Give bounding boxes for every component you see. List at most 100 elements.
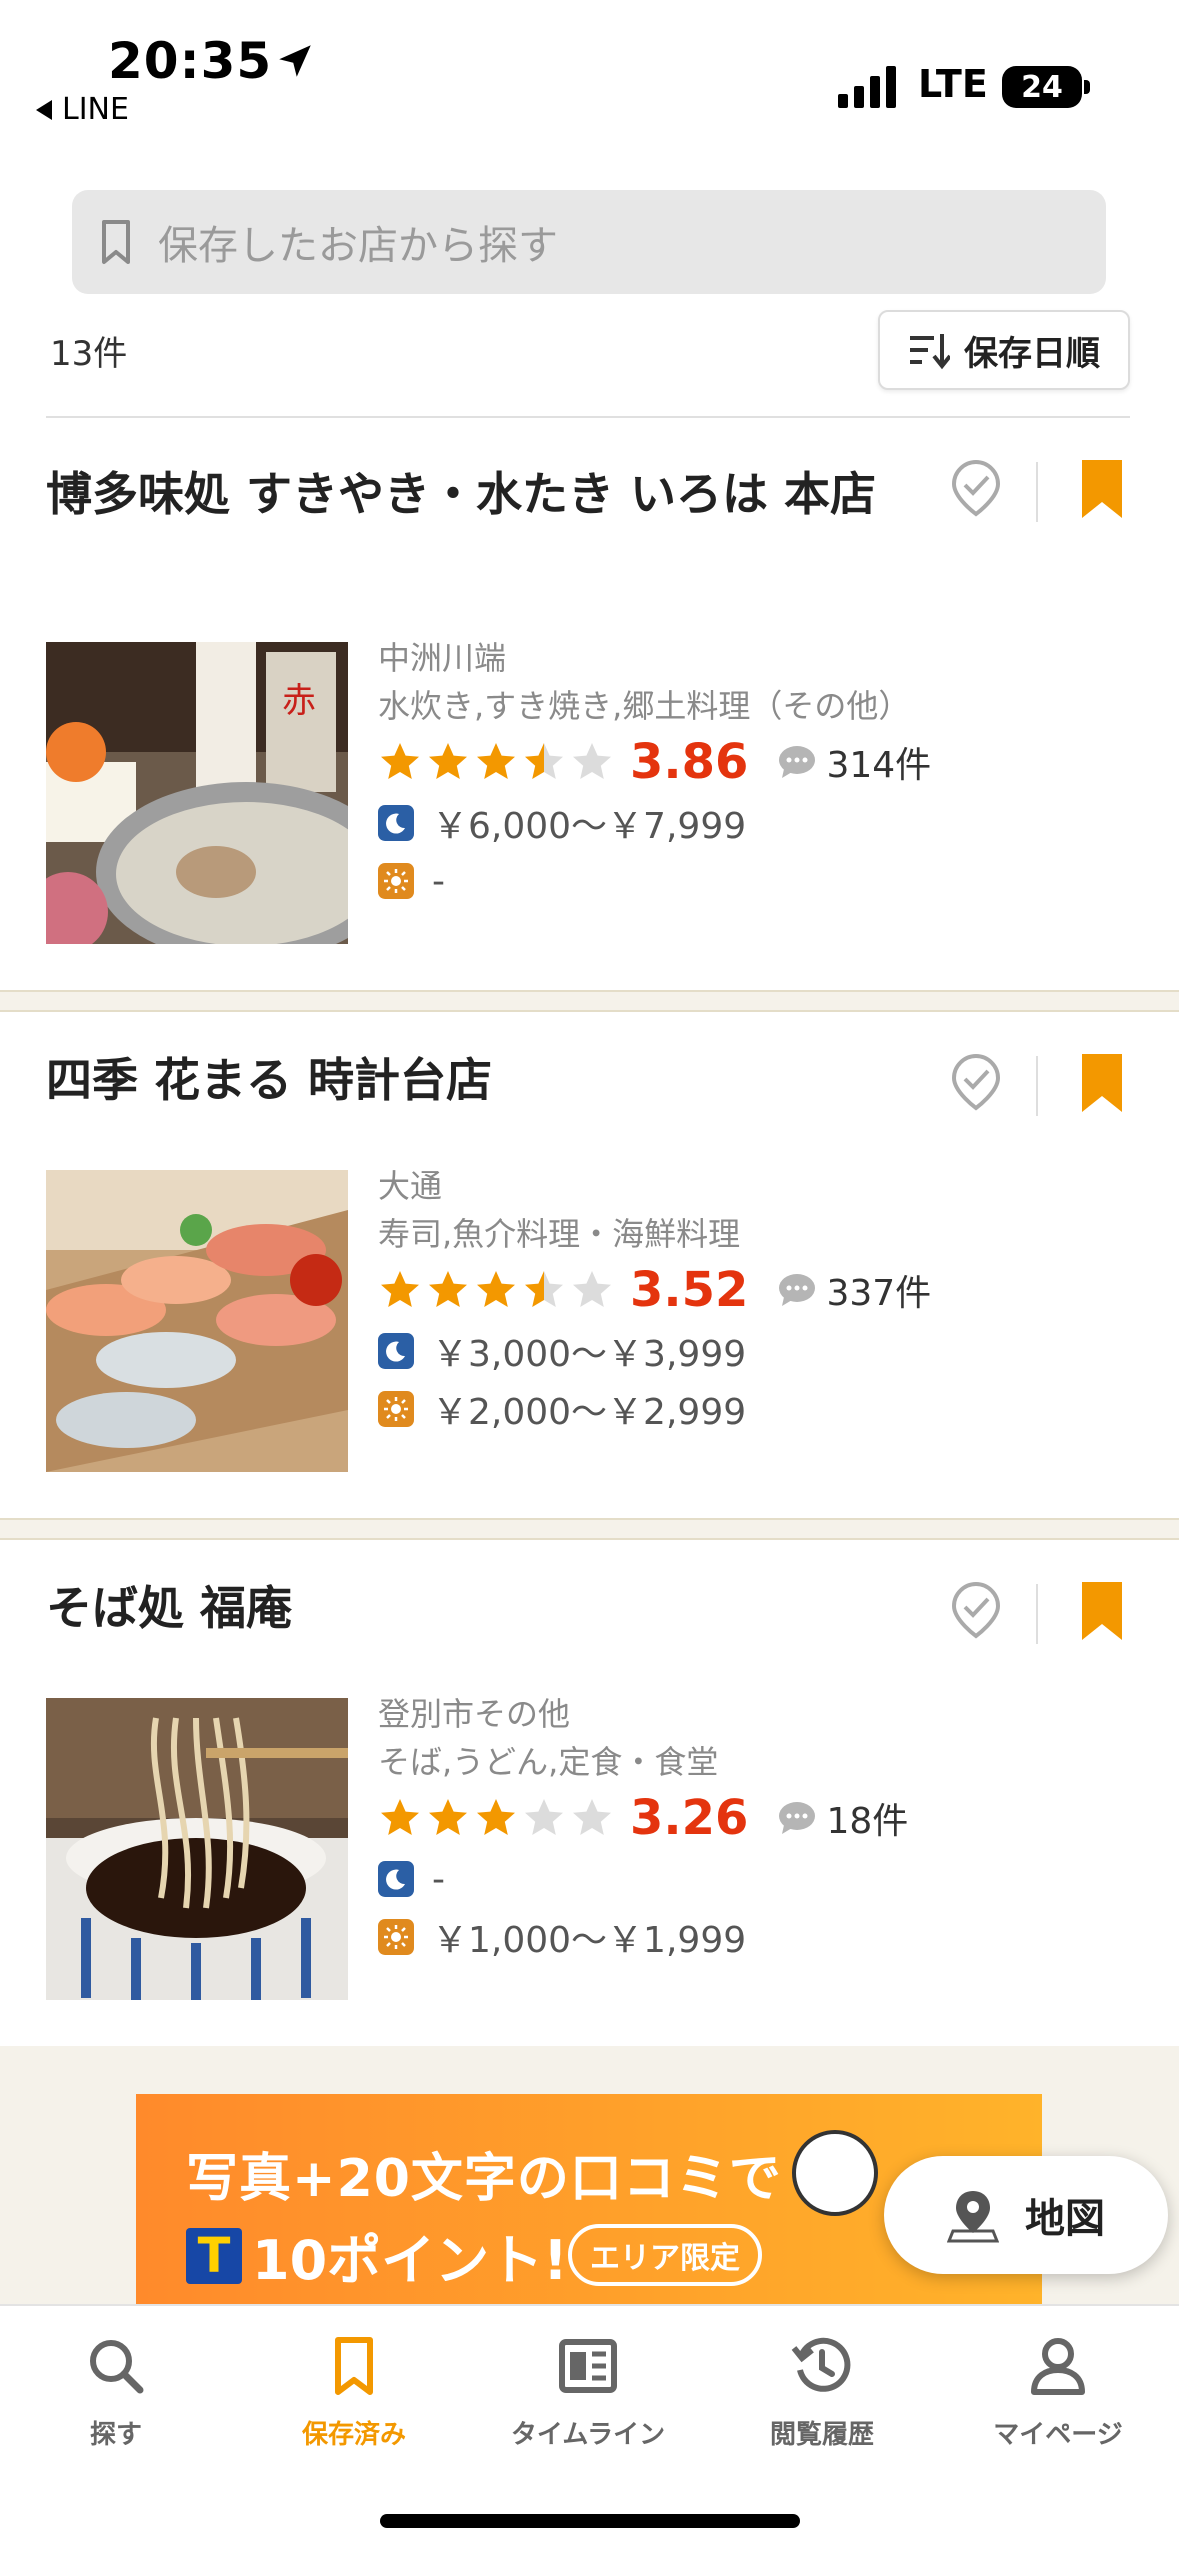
tab-search[interactable]: 探す <box>16 2334 216 2451</box>
rating-stars <box>378 1268 618 1312</box>
banner-points: T 10ポイント! <box>186 2216 568 2295</box>
restaurant-genre: そば,うどん,定食・食堂 <box>378 1743 719 1781</box>
review-bubble-icon <box>779 1274 816 1306</box>
star-icon <box>477 1271 515 1307</box>
home-indicator <box>380 2514 800 2528</box>
lunch-price: ￥1,000～￥1,999 <box>432 1920 747 1961</box>
star-icon <box>573 1271 611 1307</box>
sun-icon <box>378 1919 414 1955</box>
restaurant-name[interactable]: そば処 福庵 <box>46 1574 896 1642</box>
rating-row: 3.86 314件 <box>378 730 1138 794</box>
tab-timeline[interactable]: タイムライン <box>488 2334 688 2451</box>
rating-score: 3.52 <box>630 1262 749 1318</box>
bookmark-outline-icon <box>102 220 130 264</box>
restaurant-card[interactable]: 博多味処 すきやき・水たき いろは 本店 赤 中洲川端 水炊き,すき焼き,郷土料… <box>0 418 1179 990</box>
star-icon <box>381 1799 419 1835</box>
card-separator <box>0 1518 1179 1540</box>
result-count: 13件 <box>50 334 128 374</box>
restaurant-info: 大通 寿司,魚介料理・海鮮料理 3.52 337件 ￥3,000～￥3,999 … <box>378 1162 1138 1438</box>
network-type: LTE <box>918 62 988 106</box>
star-icon <box>525 1271 563 1307</box>
battery-tip <box>1084 80 1090 94</box>
icon-divider <box>1036 1584 1038 1644</box>
review-count[interactable]: 337件 <box>826 1264 931 1316</box>
map-button-label: 地図 <box>1025 2196 1105 2242</box>
search-placeholder: 保存したお店から探す <box>158 223 558 269</box>
star-icon <box>573 1799 611 1835</box>
visited-check-icon[interactable] <box>948 1580 1004 1640</box>
tab-saved[interactable]: 保存済み <box>254 2334 454 2451</box>
sort-button[interactable]: 保存日順 <box>878 310 1130 390</box>
rating-row: 3.26 18件 <box>378 1786 1138 1850</box>
review-count[interactable]: 18件 <box>826 1792 908 1844</box>
signal-icon <box>838 66 896 108</box>
icon-divider <box>1036 462 1038 522</box>
back-triangle-icon <box>36 99 52 120</box>
star-icon <box>525 1799 563 1835</box>
restaurant-info: 中洲川端 水炊き,すき焼き,郷土料理（その他） 3.86 314件 ￥6,000… <box>378 634 1138 910</box>
restaurant-name[interactable]: 四季 花まる 時計台店 <box>46 1046 896 1114</box>
tab-label: 保存済み <box>301 2420 406 2450</box>
bookmark-saved-icon[interactable] <box>1080 1580 1124 1642</box>
restaurant-photo[interactable]: 赤 <box>46 642 348 944</box>
visited-check-icon[interactable] <box>948 458 1004 518</box>
dinner-price: - <box>432 1858 445 1900</box>
tab-mypage[interactable]: マイページ <box>958 2334 1158 2451</box>
rating-score: 3.26 <box>630 1790 749 1846</box>
person-icon <box>1031 2338 1085 2395</box>
lunch-price: ￥2,000～￥2,999 <box>432 1392 747 1433</box>
bookmark-saved-icon[interactable] <box>1080 458 1124 520</box>
banner-points-text: 10ポイント! <box>252 2229 568 2292</box>
dinner-price-row: ￥6,000～￥7,999 <box>378 794 1138 852</box>
star-icon <box>477 743 515 779</box>
moon-icon <box>378 1861 414 1897</box>
restaurant-photo[interactable] <box>46 1170 348 1472</box>
star-icon <box>525 743 563 779</box>
tab-label: マイページ <box>993 2420 1123 2450</box>
icon-divider <box>1036 1056 1038 1116</box>
tab-history[interactable]: 閲覧履歴 <box>722 2334 922 2451</box>
dinner-price-row: - <box>378 1850 1138 1908</box>
restaurant-card[interactable]: 四季 花まる 時計台店 大通 寿司,魚介料理・海鮮料理 3.52 337件 ￥3… <box>0 1012 1179 1520</box>
tab-label: 探す <box>89 2420 142 2450</box>
restaurant-genre: 水炊き,すき焼き,郷土料理（その他） <box>378 687 911 725</box>
rating-stars <box>378 1796 618 1840</box>
dinner-price-row: ￥3,000～￥3,999 <box>378 1322 1138 1380</box>
visited-check-icon[interactable] <box>948 1052 1004 1112</box>
map-pin-icon <box>947 2191 999 2243</box>
status-time: 20:35 <box>108 32 273 90</box>
sun-icon <box>378 1391 414 1427</box>
review-count[interactable]: 314件 <box>826 736 931 788</box>
location-arrow-icon <box>279 45 311 77</box>
tab-label: 閲覧履歴 <box>769 2420 874 2450</box>
lunch-price: - <box>432 860 445 902</box>
restaurant-area: 大通 <box>378 1167 443 1205</box>
star-icon <box>477 1799 515 1835</box>
sun-icon <box>378 863 414 899</box>
history-icon <box>791 2337 851 2392</box>
back-to-app-link[interactable]: LINE <box>36 92 129 127</box>
restaurant-genre: 寿司,魚介料理・海鮮料理 <box>378 1215 741 1253</box>
map-button[interactable]: 地図 <box>884 2156 1168 2274</box>
bookmark-saved-icon[interactable] <box>1080 1052 1124 1114</box>
review-bubble-icon <box>779 1802 816 1834</box>
restaurant-name[interactable]: 博多味処 すきやき・水たき いろは 本店 <box>46 460 896 528</box>
rating-row: 3.52 337件 <box>378 1258 1138 1322</box>
restaurant-photo[interactable] <box>46 1698 348 2000</box>
tab-label: タイムライン <box>510 2420 666 2450</box>
lunch-price-row: - <box>378 852 1138 910</box>
star-icon <box>381 743 419 779</box>
restaurant-card[interactable]: そば処 福庵 登別市その他 そば,うどん,定食・食堂 3.26 18件 - ￥1… <box>0 1540 1179 2048</box>
rating-score: 3.86 <box>630 734 749 790</box>
restaurant-area: 中洲川端 <box>378 639 507 677</box>
battery-indicator: 24 <box>1002 66 1082 108</box>
timeline-icon <box>559 2339 617 2393</box>
area-limited-badge: エリア限定 <box>568 2224 762 2286</box>
banner-headline: 写真+20文字の口コミで <box>186 2149 782 2209</box>
star-icon <box>429 743 467 779</box>
restaurant-info: 登別市その他 そば,うどん,定食・食堂 3.26 18件 - ￥1,000～￥1… <box>378 1690 1138 1966</box>
restaurant-area: 登別市その他 <box>378 1695 571 1733</box>
search-input[interactable]: 保存したお店から探す <box>72 190 1106 294</box>
star-icon <box>573 743 611 779</box>
lunch-price-row: ￥1,000～￥1,999 <box>378 1908 1138 1966</box>
